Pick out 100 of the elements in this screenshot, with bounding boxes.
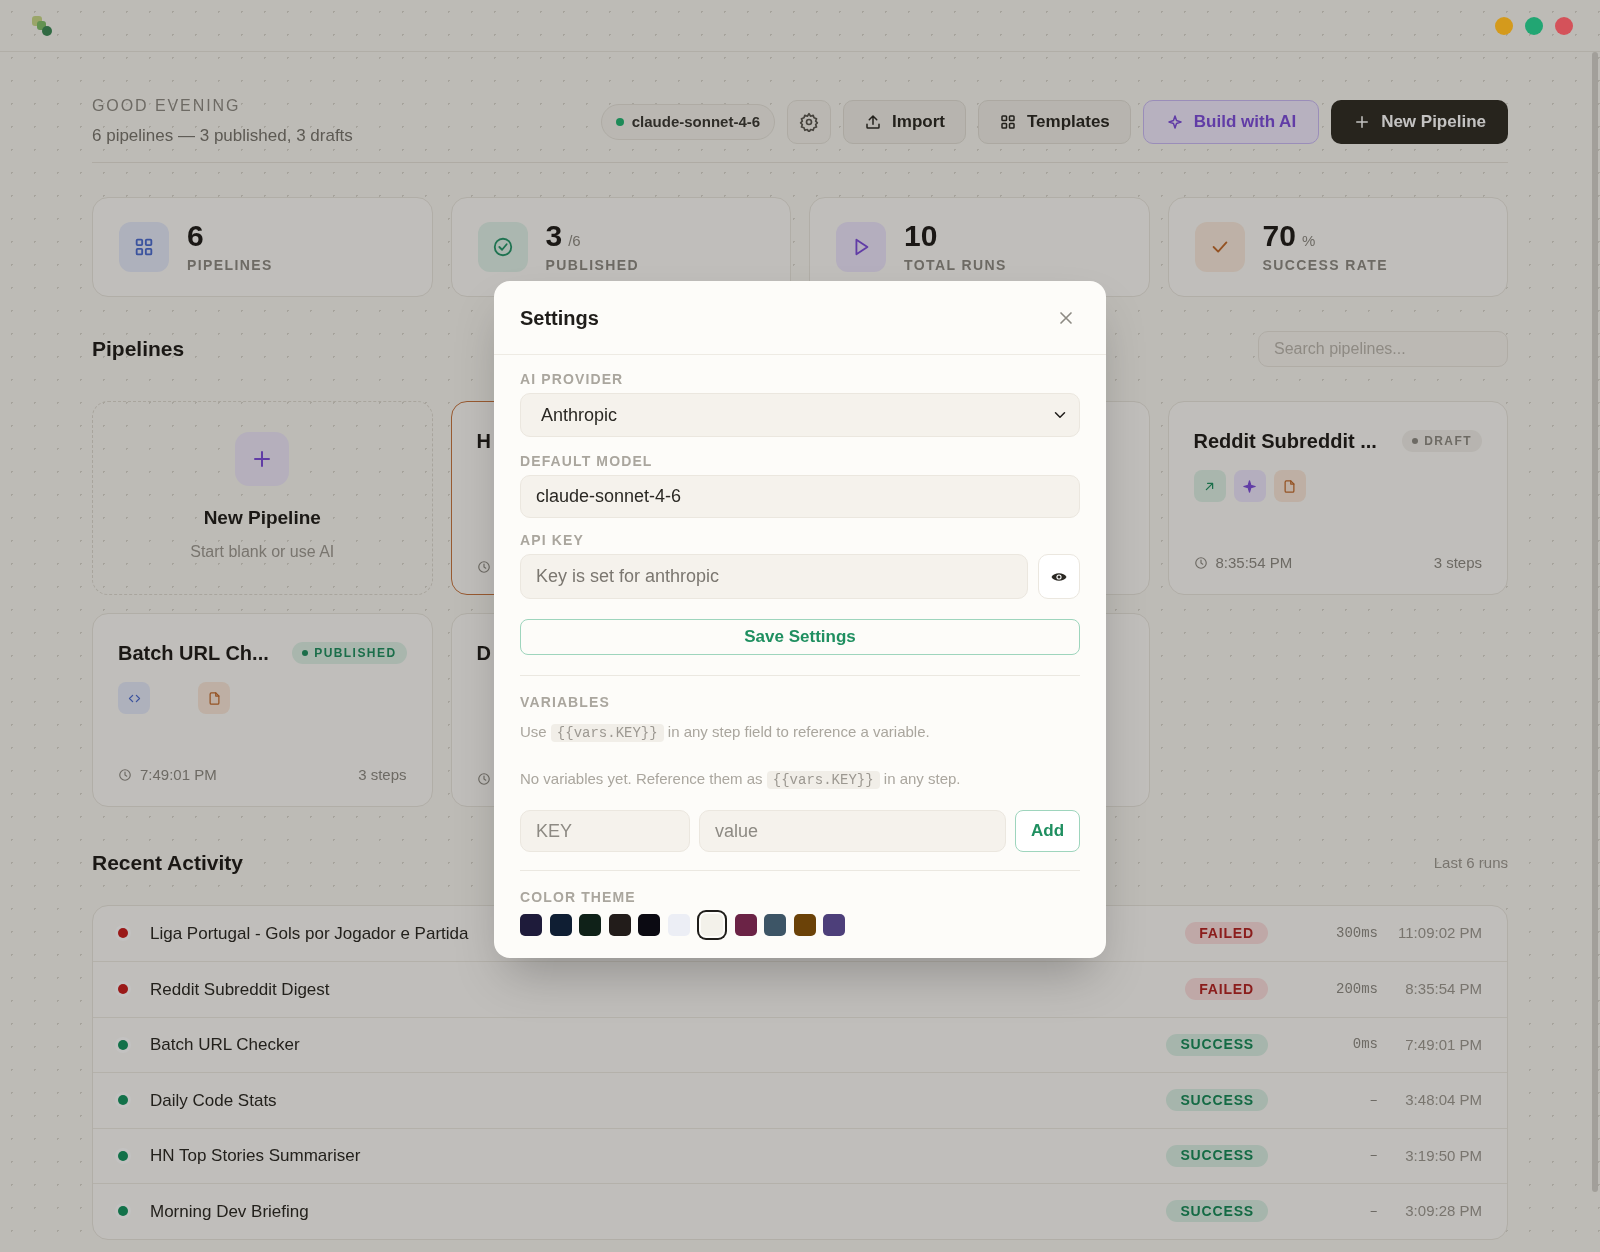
stat-label: PUBLISHED bbox=[545, 255, 639, 275]
status-badge: FAILED bbox=[1185, 978, 1268, 1001]
file-icon bbox=[206, 690, 222, 706]
pipeline-card[interactable]: Batch URL Ch... PUBLISHED 7:49:01 PM 3 steps bbox=[92, 613, 433, 807]
theme-swatch[interactable] bbox=[520, 914, 542, 936]
theme-swatch[interactable] bbox=[579, 914, 601, 936]
eye-icon bbox=[1051, 570, 1067, 583]
card-subtitle: Start blank or use AI bbox=[190, 542, 335, 563]
run-duration: 300ms bbox=[1335, 923, 1378, 943]
section-title: Pipelines bbox=[92, 336, 185, 363]
card-title: New Pipeline bbox=[203, 505, 321, 530]
add-button[interactable]: Add bbox=[1015, 810, 1080, 852]
model-field[interactable]: claude-sonnet-4-6 bbox=[520, 475, 1080, 518]
step-count: 3 steps bbox=[358, 764, 407, 785]
grid-icon bbox=[999, 113, 1017, 131]
api-key-field[interactable]: Key is set for anthropic bbox=[520, 554, 1028, 599]
stat-label: TOTAL RUNS bbox=[904, 255, 1007, 275]
new-pipeline-button[interactable]: New Pipeline bbox=[1331, 100, 1508, 144]
status-badge: DRAFT bbox=[1402, 430, 1482, 452]
stat-value: 70 bbox=[1262, 218, 1296, 253]
theme-swatch[interactable] bbox=[764, 914, 786, 936]
scrollbar[interactable] bbox=[1592, 52, 1598, 1192]
card-title: H bbox=[476, 429, 491, 454]
import-button[interactable]: Import bbox=[843, 100, 966, 144]
hint-text: Use {{vars.KEY}} in any step field to reference a variable. bbox=[520, 722, 931, 743]
field-label: AI PROVIDER bbox=[520, 371, 625, 387]
run-time: 3:48:04 PM bbox=[1404, 1090, 1482, 1110]
summary-text: 6 pipelines — 3 published, 3 drafts bbox=[92, 126, 353, 146]
logo-icon bbox=[30, 14, 54, 37]
run-duration: – bbox=[1368, 1146, 1378, 1166]
run-time: 3:19:50 PM bbox=[1404, 1145, 1482, 1166]
status-badge: PUBLISHED bbox=[292, 642, 407, 664]
field-label: API KEY bbox=[520, 532, 585, 548]
build-with-ai-button[interactable]: Build with AI bbox=[1142, 100, 1320, 144]
field-label: COLOR THEME bbox=[520, 889, 637, 905]
value-field[interactable]: value bbox=[699, 810, 1006, 852]
run-name: Daily Code Stats bbox=[150, 1089, 277, 1112]
templates-button[interactable]: Templates bbox=[978, 100, 1131, 144]
field-label: DEFAULT MODEL bbox=[520, 453, 654, 469]
card-title: Reddit Subreddit ... bbox=[1193, 429, 1377, 454]
stat-value: 3 bbox=[545, 218, 563, 253]
upload-icon bbox=[864, 113, 883, 131]
card-time: 7:49:01 PM bbox=[140, 764, 217, 785]
new-pipeline-card[interactable]: New Pipeline Start blank or use AI bbox=[92, 401, 433, 595]
theme-swatch[interactable] bbox=[638, 914, 660, 936]
theme-swatch[interactable] bbox=[734, 914, 757, 936]
model-badge: claude-sonnet-4-6 bbox=[600, 104, 776, 140]
stat-label: SUCCESS RATE bbox=[1262, 255, 1388, 275]
run-name: Liga Portugal - Gols por Jogador e Partida bbox=[150, 922, 469, 945]
status-badge: SUCCESS bbox=[1166, 1033, 1268, 1056]
clock-icon bbox=[476, 560, 491, 574]
theme-swatch[interactable] bbox=[608, 914, 631, 936]
theme-swatch[interactable] bbox=[823, 914, 845, 936]
stat-value: 10 bbox=[904, 218, 938, 253]
theme-swatch[interactable] bbox=[549, 914, 572, 936]
status-badge: SUCCESS bbox=[1166, 1144, 1268, 1167]
show-key-button[interactable] bbox=[1038, 554, 1080, 599]
run-name: Batch URL Checker bbox=[150, 1034, 300, 1056]
run-time: 8:35:54 PM bbox=[1404, 979, 1482, 999]
pipeline-card[interactable]: Reddit Subreddit ... DRAFT 8:35:54 PM 3 steps bbox=[1167, 401, 1508, 595]
run-duration: 200ms bbox=[1335, 979, 1378, 999]
settings-icon bbox=[799, 112, 820, 132]
step-count: 3 steps bbox=[1433, 552, 1482, 573]
card-title: D bbox=[476, 641, 491, 666]
status-badge: SUCCESS bbox=[1166, 1089, 1268, 1112]
section-title: Recent Activity bbox=[92, 850, 243, 876]
run-time: 7:49:01 PM bbox=[1404, 1034, 1482, 1055]
run-duration: 0ms bbox=[1351, 1035, 1378, 1055]
clock-icon bbox=[1193, 555, 1208, 570]
key-field[interactable]: KEY bbox=[520, 810, 690, 852]
theme-swatch[interactable] bbox=[793, 914, 816, 936]
sparkle-icon bbox=[1242, 478, 1257, 494]
greeting-text: GOOD EVENING bbox=[92, 96, 242, 116]
status-badge: FAILED bbox=[1185, 922, 1268, 945]
provider-select[interactable]: Anthropic bbox=[520, 393, 1080, 437]
stat-unit: /6 bbox=[568, 230, 581, 251]
status-badge: SUCCESS bbox=[1166, 1200, 1268, 1223]
file-icon bbox=[1282, 478, 1297, 494]
card-time: 8:35:54 PM bbox=[1215, 552, 1293, 573]
grid-icon bbox=[133, 236, 155, 258]
run-name: Reddit Subreddit Digest bbox=[150, 978, 330, 1001]
run-time: 3:09:28 PM bbox=[1404, 1201, 1482, 1221]
run-name: Morning Dev Briefing bbox=[150, 1200, 309, 1223]
stat-label: PIPELINES bbox=[187, 255, 273, 275]
stat-value: 6 bbox=[187, 218, 204, 253]
settings-button[interactable] bbox=[787, 100, 832, 144]
card-title: Batch URL Ch... bbox=[118, 641, 269, 666]
check-circle-icon bbox=[491, 236, 514, 258]
sparkle-icon bbox=[1165, 113, 1184, 131]
empty-state-text: No variables yet. Reference them as {{vars.KEY}} in any step. bbox=[520, 769, 962, 790]
run-duration: – bbox=[1368, 1090, 1378, 1110]
save-settings-button[interactable]: Save Settings bbox=[520, 619, 1080, 655]
caption-text: Last 6 runs bbox=[1433, 852, 1508, 873]
stat-unit: % bbox=[1301, 230, 1316, 251]
run-time: 11:09:02 PM bbox=[1397, 923, 1482, 943]
run-name: HN Top Stories Summariser bbox=[150, 1145, 361, 1167]
dialog-title: Settings bbox=[520, 305, 599, 331]
run-duration: – bbox=[1368, 1201, 1378, 1221]
clock-icon bbox=[118, 767, 132, 782]
clock-icon bbox=[476, 772, 491, 786]
